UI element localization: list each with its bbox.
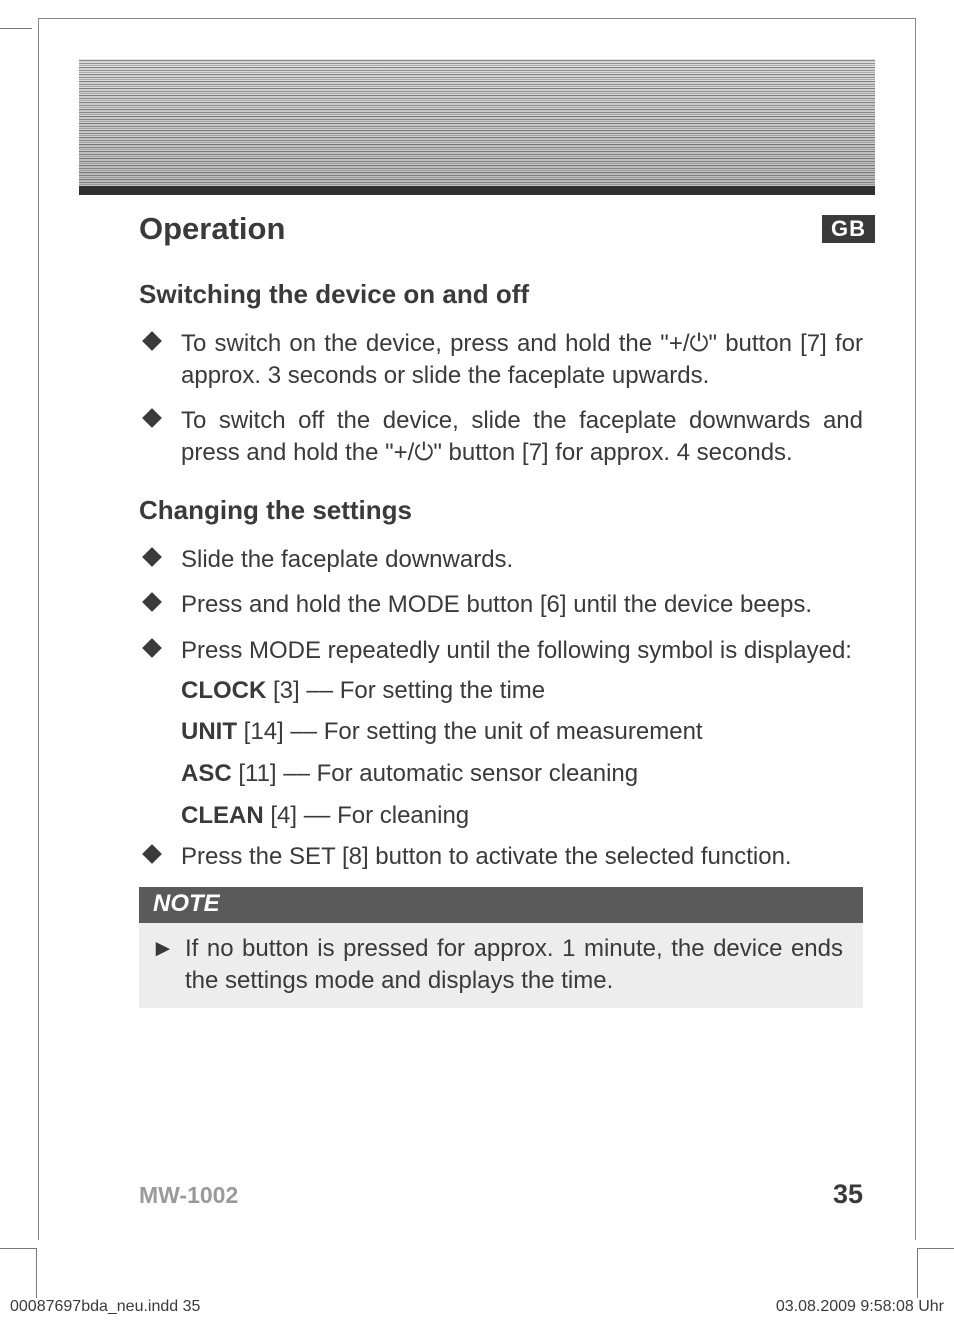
list-item: Slide the faceplate downwards. xyxy=(139,544,863,576)
mode-label: CLOCK xyxy=(181,677,266,704)
list-item-text: Press the SET [8] button to activate the… xyxy=(181,843,792,870)
mode-label: ASC xyxy=(181,760,232,787)
mode-ref: [4] xyxy=(270,802,297,829)
language-badge: GB xyxy=(822,215,875,243)
diamond-bullet-icon xyxy=(142,331,162,351)
mode-list: CLOCK [3] –– For setting the time UNIT [… xyxy=(181,675,863,832)
mode-item-clock: CLOCK [3] –– For setting the time xyxy=(181,675,863,707)
subheading-switching: Switching the device on and off xyxy=(139,279,863,310)
note-body: ► If no button is pressed for approx. 1 … xyxy=(139,923,863,1008)
diamond-bullet-icon xyxy=(142,408,162,428)
arrow-icon: ► xyxy=(151,933,175,965)
crop-mark xyxy=(0,1248,36,1249)
list-item: To switch on the device, press and hold … xyxy=(139,328,863,391)
note-box: NOTE ► If no button is pressed for appro… xyxy=(139,887,863,1008)
crop-mark xyxy=(917,1248,918,1298)
list-item-text: To switch off the device, slide the face… xyxy=(181,407,863,466)
crop-mark xyxy=(918,1248,954,1249)
mode-desc: –– For cleaning xyxy=(304,802,469,829)
list-item-text: To switch on the device, press and hold … xyxy=(181,330,863,389)
section-title: Operation xyxy=(139,211,285,247)
subheading-changing: Changing the settings xyxy=(139,495,863,526)
slug-file: 00087697bda_neu.indd 35 xyxy=(10,1298,200,1316)
mode-desc: –– For automatic sensor cleaning xyxy=(283,760,638,787)
content-area: Switching the device on and off To switc… xyxy=(139,279,863,1008)
footer-row: MW-1002 35 xyxy=(139,1179,863,1210)
page-frame: Operation GB Switching the device on and… xyxy=(38,18,916,1240)
list-item: Press the SET [8] button to activate the… xyxy=(139,841,863,873)
header-banner xyxy=(79,59,875,195)
mode-item-unit: UNIT [14] –– For setting the unit of mea… xyxy=(181,716,863,748)
changing-list-final: Press the SET [8] button to activate the… xyxy=(139,841,863,873)
mode-label: CLEAN xyxy=(181,802,264,829)
list-item-text: Press MODE repeatedly until the followin… xyxy=(181,637,852,664)
crop-mark xyxy=(36,1248,37,1298)
list-item-text: Slide the faceplate downwards. xyxy=(181,546,513,573)
diamond-bullet-icon xyxy=(142,844,162,864)
header-row: Operation GB xyxy=(139,211,875,247)
note-text: If no button is pressed for approx. 1 mi… xyxy=(159,933,843,996)
list-item-text: Press and hold the MODE button [6] until… xyxy=(181,591,812,618)
model-label: MW-1002 xyxy=(139,1182,238,1209)
mode-ref: [11] xyxy=(238,760,276,787)
note-title: NOTE xyxy=(139,887,863,923)
list-item: To switch off the device, slide the face… xyxy=(139,405,863,468)
mode-desc: –– For setting the time xyxy=(306,677,545,704)
crop-mark xyxy=(0,28,32,29)
page-number: 35 xyxy=(833,1179,863,1210)
diamond-bullet-icon xyxy=(142,638,162,658)
mode-item-clean: CLEAN [4] –– For cleaning xyxy=(181,800,863,832)
list-item: Press and hold the MODE button [6] until… xyxy=(139,589,863,621)
diamond-bullet-icon xyxy=(142,547,162,567)
changing-list: Slide the faceplate downwards. Press and… xyxy=(139,544,863,667)
mode-item-asc: ASC [11] –– For automatic sensor cleanin… xyxy=(181,758,863,790)
mode-ref: [14] xyxy=(244,718,284,745)
diamond-bullet-icon xyxy=(142,592,162,612)
list-item: Press MODE repeatedly until the followin… xyxy=(139,635,863,667)
mode-ref: [3] xyxy=(273,677,300,704)
slug-timestamp: 03.08.2009 9:58:08 Uhr xyxy=(776,1298,944,1316)
mode-label: UNIT xyxy=(181,718,237,745)
switching-list: To switch on the device, press and hold … xyxy=(139,328,863,469)
mode-desc: –– For setting the unit of measurement xyxy=(290,718,702,745)
